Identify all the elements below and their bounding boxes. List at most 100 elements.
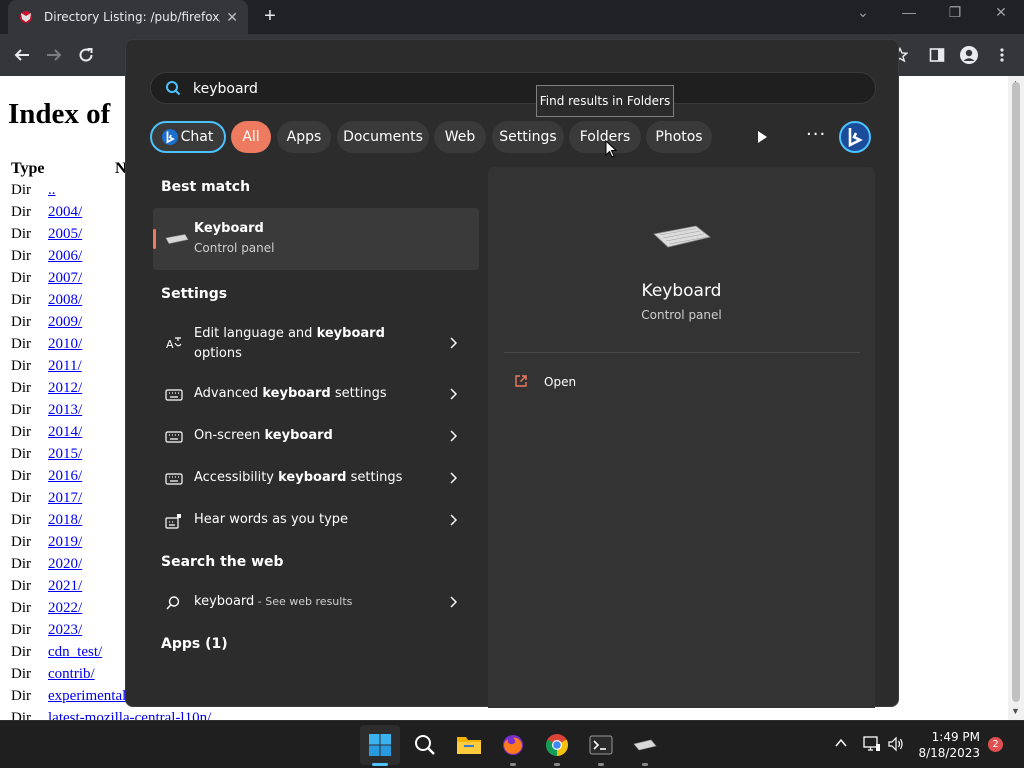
preview-divider [504, 352, 860, 353]
close-window-button[interactable]: ✕ [989, 4, 1013, 21]
row-type: Dir [11, 512, 31, 528]
back-button[interactable] [10, 43, 34, 67]
web-search-suffix: - See web results [254, 595, 353, 608]
volume-icon[interactable] [888, 736, 904, 752]
directory-link[interactable]: 2019/ [48, 534, 82, 551]
speech-typing-icon [165, 514, 181, 529]
chevron-up-icon[interactable] [834, 736, 848, 750]
filter-chip-web[interactable]: Web [434, 121, 486, 153]
filter-chip-chat[interactable]: Chat [150, 121, 226, 153]
directory-link[interactable]: .. [48, 182, 56, 199]
label-bold: keyboard [316, 326, 385, 341]
settings-result-language-keyboard[interactable]: A Edit language and keyboard options [153, 324, 479, 364]
directory-link[interactable]: 2006/ [48, 248, 82, 265]
best-match-heading: Best match [161, 179, 251, 195]
directory-link[interactable]: 2014/ [48, 424, 82, 441]
taskbar: 1:49 PM 8/18/2023 2 [0, 720, 1024, 768]
directory-link[interactable]: 2011/ [48, 358, 82, 375]
label-post: settings [330, 386, 387, 401]
minimize-button[interactable]: — [897, 4, 921, 20]
tab-close-icon[interactable]: ✕ [226, 9, 238, 26]
network-icon[interactable] [863, 736, 881, 752]
notification-badge[interactable]: 2 [988, 737, 1003, 752]
filter-chip-photos[interactable]: Photos [646, 121, 712, 153]
result-preview-pane: Keyboard Control panel Open [488, 167, 875, 708]
directory-link[interactable]: cdn_test/ [48, 644, 102, 661]
kebab-menu-icon [1000, 48, 1004, 62]
directory-link[interactable]: 2008/ [48, 292, 82, 309]
filter-chip-chat-label: Chat [180, 129, 214, 145]
tab-title: Directory Listing: /pub/firefox/nightly/ [44, 10, 220, 24]
directory-link[interactable]: contrib/ [48, 666, 95, 683]
folder-icon [457, 737, 481, 754]
scrollbar-thumb[interactable] [1012, 82, 1020, 702]
search-input[interactable] [193, 78, 793, 100]
search-box[interactable] [150, 72, 876, 104]
svg-text:A: A [166, 338, 174, 351]
terminal-icon [589, 735, 613, 755]
maximize-button[interactable]: ❐ [943, 4, 967, 21]
settings-result-accessibility-keyboard[interactable]: Accessibility keyboard settings [153, 459, 479, 499]
scroll-down-arrow-icon[interactable]: ▼ [1011, 706, 1020, 716]
browser-tab[interactable]: Directory Listing: /pub/firefox/nightly/… [8, 0, 248, 34]
directory-link[interactable]: latest-mozilla-central-l10n/ [48, 710, 211, 720]
firefox-button[interactable] [499, 731, 527, 759]
web-search-query: keyboard [194, 594, 255, 609]
tab-search-icon[interactable]: ⌄ [851, 4, 875, 21]
filter-chip-all[interactable]: All [231, 121, 271, 153]
row-type: Dir [11, 622, 31, 638]
page-scrollbar[interactable]: ▲ ▼ [1008, 76, 1024, 720]
directory-link[interactable]: 2015/ [48, 446, 82, 463]
web-search-result[interactable]: keyboard - See web results [153, 583, 479, 623]
side-panel-button[interactable] [925, 43, 949, 67]
directory-link[interactable]: 2012/ [48, 380, 82, 397]
keyboard-app-button[interactable] [631, 731, 659, 759]
settings-result-on-screen-keyboard[interactable]: On-screen keyboard [153, 417, 479, 457]
filter-chip-documents[interactable]: Documents [337, 121, 429, 153]
filter-chip-apps[interactable]: Apps [277, 121, 331, 153]
directory-link[interactable]: 2016/ [48, 468, 82, 485]
directory-link[interactable]: 2021/ [48, 578, 82, 595]
row-type: Dir [11, 292, 31, 308]
start-button[interactable] [366, 731, 394, 759]
best-match-result[interactable]: Keyboard Control panel [153, 208, 479, 270]
more-options-button[interactable]: ··· [806, 124, 826, 145]
directory-link[interactable]: 2013/ [48, 402, 82, 419]
settings-result-advanced-keyboard[interactable]: Advanced keyboard settings [153, 375, 479, 415]
directory-link[interactable]: 2017/ [48, 490, 82, 507]
reload-button[interactable] [74, 43, 98, 67]
row-type: Dir [11, 380, 31, 396]
file-explorer-button[interactable] [455, 731, 483, 759]
apps-heading[interactable]: Apps (1) [161, 636, 228, 652]
row-type: Dir [11, 358, 31, 374]
directory-link[interactable]: 2022/ [48, 600, 82, 617]
directory-link[interactable]: 2010/ [48, 336, 82, 353]
directory-link[interactable]: 2009/ [48, 314, 82, 331]
new-tab-button[interactable]: + [258, 5, 282, 28]
bing-icon[interactable] [838, 120, 872, 154]
label-post: options [194, 346, 242, 361]
settings-result-hear-words[interactable]: Hear words as you type [153, 501, 479, 541]
folders-tooltip: Find results in Folders [536, 85, 674, 117]
directory-link[interactable]: 2004/ [48, 204, 82, 221]
directory-link[interactable]: experimental/ [48, 688, 130, 705]
browser-menu-button[interactable] [990, 43, 1014, 67]
terminal-button[interactable] [587, 731, 615, 759]
open-action-label: Open [544, 375, 577, 389]
search-icon [166, 596, 180, 610]
profile-button[interactable] [957, 43, 981, 67]
directory-link[interactable]: 2007/ [48, 270, 82, 287]
taskbar-search-button[interactable] [411, 731, 439, 759]
directory-link[interactable]: 2018/ [48, 512, 82, 529]
directory-link[interactable]: 2023/ [48, 622, 82, 639]
settings-result-label: Hear words as you type [194, 512, 348, 527]
filter-chip-settings[interactable]: Settings [492, 121, 564, 153]
directory-link[interactable]: 2005/ [48, 226, 82, 243]
search-web-heading: Search the web [161, 554, 284, 570]
system-clock[interactable]: 1:49 PM 8/18/2023 [912, 729, 980, 761]
forward-button[interactable] [42, 43, 66, 67]
directory-link[interactable]: 2020/ [48, 556, 82, 573]
search-icon [415, 735, 435, 755]
more-filters-arrow-icon[interactable] [757, 131, 767, 143]
chrome-button[interactable] [543, 731, 571, 759]
